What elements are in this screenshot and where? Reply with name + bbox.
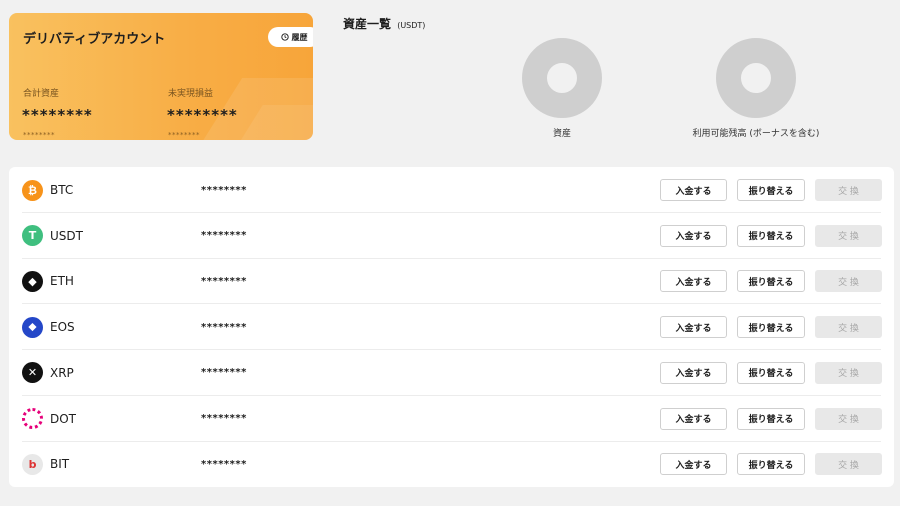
unrealized-pnl-label: 未実現損益	[168, 89, 214, 99]
bit-icon: b	[22, 453, 43, 475]
assets-donut-chart	[522, 38, 602, 118]
exchange-button[interactable]: 交 換	[815, 361, 882, 384]
coin-name: BIT	[50, 457, 70, 472]
total-assets-value: ********	[22, 106, 93, 124]
coin-name: USDT	[50, 228, 83, 243]
exchange-button[interactable]: 交 換	[815, 407, 882, 430]
deposit-button[interactable]: 入金する	[660, 453, 727, 476]
coin-name: ETH	[50, 274, 74, 289]
coin-row: ✕ XRP ******** 入金する 振り替える交 換	[9, 350, 894, 396]
available-balance-donut-label: 利用可能残高 (ボーナスを含む)	[692, 129, 820, 139]
transfer-button[interactable]: 振り替える	[737, 316, 805, 339]
exchange-button[interactable]: 交 換	[815, 270, 882, 293]
assets-donut-label: 資産	[552, 129, 571, 139]
transfer-button[interactable]: 振り替える	[737, 453, 805, 476]
coin-balance: ********	[201, 275, 247, 287]
coin-balance: ********	[201, 321, 247, 333]
coin-row: ₿ BTC ******** 入金する 振り替える交 換	[9, 167, 894, 213]
transfer-button[interactable]: 振り替える	[737, 270, 805, 293]
coin-name: XRP	[50, 365, 74, 380]
exchange-button[interactable]: 交 換	[815, 179, 882, 201]
derivatives-account-card: デリバティブアカウント 履歴 合計資産 ******** ******** 未実…	[9, 13, 313, 140]
account-title: デリバティブアカウント	[23, 32, 166, 47]
xrp-icon: ✕	[22, 362, 43, 384]
unrealized-pnl-value: ********	[167, 106, 238, 124]
coin-list: ₿ BTC ******** 入金する 振り替える交 換 T USDT ******** 入金す…	[9, 167, 894, 487]
ethereum-icon: ◆	[22, 270, 43, 292]
coin-row: b BIT ******** 入金する 振り替える交 換	[9, 441, 894, 487]
transfer-button[interactable]: 振り替える	[737, 224, 805, 247]
exchange-button[interactable]: 交 換	[815, 224, 882, 247]
coin-row: ⬥ EOS ******** 入金する 振り替える交 換	[9, 304, 894, 351]
asset-overview-heading: 資産一覧	[343, 17, 392, 31]
history-button[interactable]: 履歴	[268, 27, 313, 47]
total-assets-label: 合計資産	[23, 89, 60, 99]
available-balance-donut-chart	[716, 38, 796, 118]
coin-name: EOS	[50, 320, 75, 335]
clock-icon	[280, 33, 289, 41]
tether-icon: T	[22, 225, 43, 247]
exchange-button[interactable]: 交 換	[815, 453, 882, 476]
exchange-button[interactable]: 交 換	[815, 316, 882, 339]
deposit-button[interactable]: 入金する	[660, 361, 727, 384]
unrealized-pnl-sub: ********	[168, 131, 200, 139]
coin-balance: ********	[201, 367, 247, 379]
coin-balance: ********	[201, 413, 247, 424]
coin-balance: ********	[201, 458, 247, 470]
coin-row: DOT ******** 入金する 振り替える交 換	[9, 396, 894, 442]
history-label: 履歴	[291, 32, 308, 42]
coin-row: T USDT ******** 入金する 振り替える交 換	[9, 213, 894, 259]
asset-overview-title: 資産一覧 (USDT)	[343, 15, 425, 32]
transfer-button[interactable]: 振り替える	[737, 179, 805, 201]
deposit-button[interactable]: 入金する	[660, 179, 727, 201]
coin-row: ◆ ETH ******** 入金する 振り替える交 換	[9, 258, 894, 305]
coin-balance: ********	[201, 184, 247, 196]
eos-icon: ⬥	[22, 316, 43, 338]
transfer-button[interactable]: 振り替える	[737, 407, 805, 430]
total-assets-sub: ********	[23, 131, 55, 139]
deposit-button[interactable]: 入金する	[660, 316, 727, 339]
deposit-button[interactable]: 入金する	[660, 224, 727, 247]
transfer-button[interactable]: 振り替える	[737, 361, 805, 384]
coin-balance: ********	[201, 230, 247, 242]
polkadot-icon	[22, 408, 43, 429]
coin-name: BTC	[50, 183, 74, 197]
bitcoin-icon: ₿	[22, 179, 43, 201]
deposit-button[interactable]: 入金する	[660, 407, 727, 430]
deposit-button[interactable]: 入金する	[660, 270, 727, 293]
asset-overview-unit: (USDT)	[397, 21, 426, 30]
coin-name: DOT	[50, 411, 77, 426]
